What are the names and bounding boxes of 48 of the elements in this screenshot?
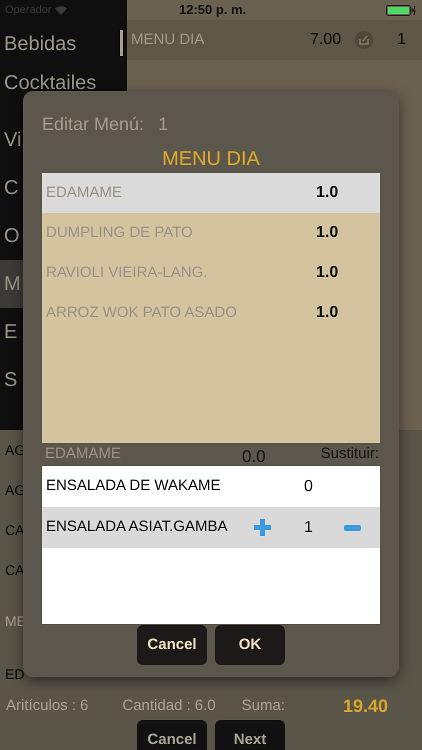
substitute-label: Sustituir: bbox=[320, 444, 379, 464]
scroll-indicator bbox=[120, 30, 123, 56]
substitute-name: ENSALADA DE WAKAME bbox=[46, 476, 222, 496]
current-item-quantity: 0.0 bbox=[242, 446, 267, 468]
cancel-button[interactable]: Cancel bbox=[137, 625, 207, 665]
dialog-title-value: 1 bbox=[158, 113, 168, 136]
minus-icon[interactable] bbox=[344, 524, 361, 530]
status-time: 12:50 p. m. bbox=[179, 1, 246, 20]
menu-item-row[interactable]: DUMPLING DE PATO 1.0 bbox=[42, 213, 380, 253]
menu-item-quantity: 1.0 bbox=[316, 183, 338, 203]
menu-item-name: EDAMAME bbox=[46, 182, 123, 203]
menu-item-name: ARROZ WOK PATO ASADO bbox=[46, 302, 238, 323]
substitute-quantity: 0 bbox=[304, 476, 314, 496]
battery-icon bbox=[386, 4, 416, 16]
menu-item-row[interactable]: ARROZ WOK PATO ASADO 1.0 bbox=[42, 293, 380, 333]
edit-icon[interactable] bbox=[355, 31, 374, 49]
menu-item-quantity: 1.0 bbox=[316, 303, 338, 323]
plus-icon[interactable] bbox=[254, 519, 271, 536]
wifi-icon bbox=[55, 6, 68, 14]
item-price: 7.00 bbox=[310, 30, 342, 50]
quantity-value: 6.0 bbox=[194, 696, 216, 716]
cancel-button[interactable]: Cancel bbox=[137, 720, 207, 750]
item-title: MENU DIA bbox=[131, 30, 206, 50]
substitute-name: ENSALADA ASIAT.GAMBA bbox=[46, 517, 228, 538]
menu-name: MENU DIA bbox=[161, 147, 261, 170]
ok-button[interactable]: OK bbox=[215, 625, 285, 665]
menu-item-quantity: 1.0 bbox=[316, 263, 338, 283]
menu-item-row[interactable]: RAVIOLI VIEIRA-LANG. 1.0 bbox=[42, 253, 380, 293]
dialog-title-label: Editar Menú: bbox=[42, 113, 144, 136]
sidebar-item[interactable]: Bebidas bbox=[0, 20, 127, 68]
order-row-label: CA bbox=[5, 520, 24, 540]
sum-label: Suma: bbox=[242, 696, 286, 716]
menu-item-row[interactable]: EDAMAME 1.0 bbox=[42, 173, 380, 213]
menu-item-name: DUMPLING DE PATO bbox=[46, 222, 194, 243]
item-count: 1 bbox=[397, 30, 406, 50]
order-row-label: ED bbox=[5, 664, 24, 684]
sum-value: 19.40 bbox=[342, 694, 388, 718]
articles-value: 6 bbox=[80, 696, 88, 716]
current-item-name: EDAMAME bbox=[44, 444, 122, 464]
substitute-quantity: 1 bbox=[304, 518, 314, 538]
next-button[interactable]: Next bbox=[215, 720, 285, 750]
menu-item-quantity: 1.0 bbox=[316, 223, 338, 243]
substitute-row[interactable]: ENSALADA DE WAKAME 0 bbox=[42, 466, 380, 507]
articles-label: Aritículos : bbox=[6, 696, 76, 716]
substitute-row[interactable]: ENSALADA ASIAT.GAMBA 1 bbox=[42, 507, 380, 548]
menu-item-name: RAVIOLI VIEIRA-LANG. bbox=[46, 262, 208, 283]
quantity-label: Cantidad : bbox=[122, 696, 191, 716]
order-row-label: CA bbox=[5, 560, 24, 580]
